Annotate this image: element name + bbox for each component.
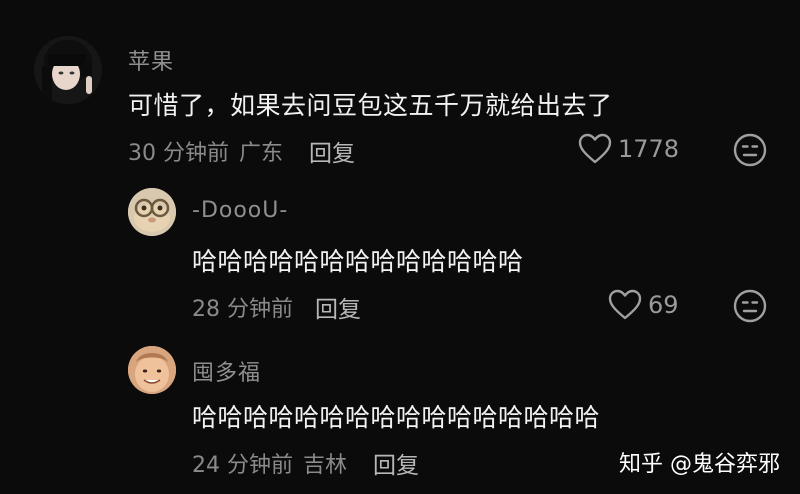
comment-page: 苹果 可惜了，如果去问豆包这五千万就给出去了 30 分钟前 广东 回复 1778	[0, 0, 800, 494]
author-name[interactable]: -DoooU-	[192, 198, 288, 223]
reply-button[interactable]: 回复	[309, 134, 355, 168]
comment-text: 哈哈哈哈哈哈哈哈哈哈哈哈哈	[192, 247, 524, 276]
comment-meta: 24 分钟前 吉林 回复	[192, 446, 419, 480]
author-name[interactable]: 苹果	[128, 44, 174, 76]
comment-text: 哈哈哈哈哈哈哈哈哈哈哈哈哈哈哈哈	[192, 403, 601, 432]
comment-meta: 30 分钟前 广东 回复	[128, 134, 355, 168]
dislike-button[interactable]	[733, 289, 767, 327]
meh-face-icon	[733, 289, 767, 323]
like-button[interactable]: 69	[608, 289, 679, 321]
comment-text: 可惜了，如果去问豆包这五千万就给出去了	[128, 91, 613, 120]
dislike-button[interactable]	[733, 133, 767, 171]
author-name[interactable]: 囤多福	[192, 355, 261, 387]
reply-button[interactable]: 回复	[315, 290, 361, 324]
comment-time: 28 分钟前	[192, 297, 293, 322]
comment-location: 吉林	[303, 453, 348, 478]
like-count: 69	[648, 291, 679, 319]
comment-location: 广东	[239, 141, 284, 166]
zhihu-watermark: 知乎 @鬼谷弈邪	[619, 452, 780, 477]
comment-time: 30 分钟前	[128, 141, 229, 166]
avatar[interactable]	[128, 188, 176, 236]
heart-outline-icon	[578, 133, 612, 164]
meh-face-icon	[733, 133, 767, 167]
reply-button[interactable]: 回复	[373, 446, 419, 480]
like-count: 1778	[618, 135, 680, 163]
avatar[interactable]	[34, 36, 102, 104]
avatar[interactable]	[128, 346, 176, 394]
comment-meta: 28 分钟前 回复	[192, 290, 361, 324]
like-button[interactable]: 1778	[578, 133, 679, 165]
comment-time: 24 分钟前	[192, 453, 293, 478]
heart-outline-icon	[608, 289, 642, 320]
